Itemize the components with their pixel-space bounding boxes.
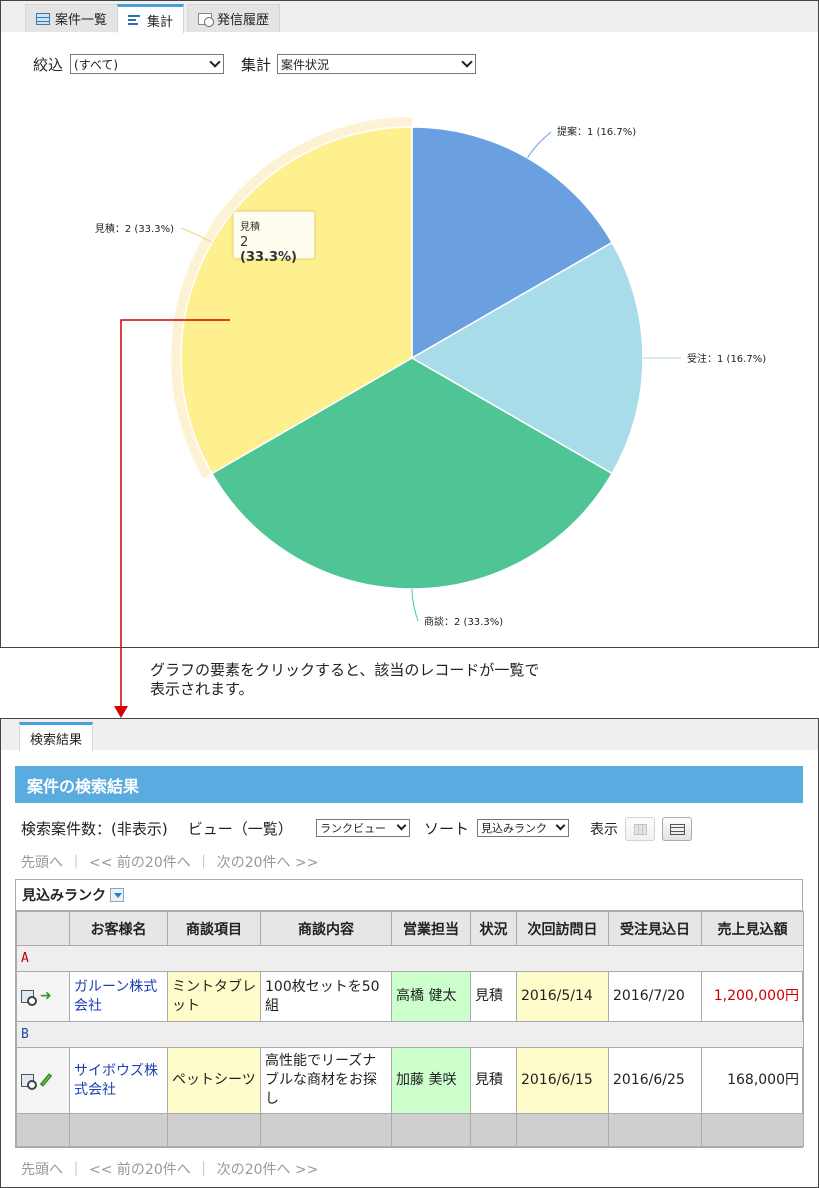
display-label: 表示 <box>590 822 618 838</box>
group-row: B <box>16 1021 804 1048</box>
staff-cell: 高橋 健太 <box>391 971 471 1022</box>
next-visit-cell: 2016/6/15 <box>516 1047 609 1114</box>
customer-cell[interactable]: サイボウズ株式会社 <box>69 1047 168 1114</box>
callout-arrow <box>114 319 230 718</box>
table-icon <box>670 824 685 835</box>
tab-search-result-label: 検索結果 <box>30 732 83 748</box>
count-label: 検索案件数：(非表示) <box>21 819 168 838</box>
view-select[interactable]: ランクビュー <box>316 819 410 837</box>
pager-prev[interactable]: << 前の20件へ <box>89 852 191 872</box>
pager-sep: ｜ <box>69 1162 83 1178</box>
group-row: A <box>16 945 804 972</box>
result-header: 案件の検索結果 <box>15 766 803 803</box>
detail-view-icon[interactable] <box>21 1073 37 1090</box>
pager-first[interactable]: 先頭へ <box>21 1159 63 1179</box>
card-view-button[interactable] <box>625 817 655 841</box>
col-header[interactable]: 次回訪問日 <box>516 911 609 946</box>
status-cell: 見積 <box>470 971 517 1022</box>
footer-cell <box>167 1113 261 1147</box>
sort-label: ソート <box>424 820 470 838</box>
pager-top: 先頭へ ｜ << 前の20件へ ｜ 次の20件へ >> <box>21 852 318 872</box>
col-header-icons <box>16 911 70 946</box>
tab-search-result[interactable]: 検索結果 <box>19 722 94 751</box>
table-row: ➜ ガルーン株式会社 ミントタブレット 100枚セットを50組 高橋 健太 見積… <box>16 971 804 1022</box>
group-label: B <box>16 1021 804 1048</box>
col-header[interactable]: 営業担当 <box>391 911 471 946</box>
detail-view-icon[interactable] <box>21 989 37 1006</box>
col-header[interactable]: 商談項目 <box>167 911 261 946</box>
pager-sep: ｜ <box>69 855 83 871</box>
note-line-2: 表示されます。 <box>150 680 254 698</box>
footer-cell <box>608 1113 702 1147</box>
next-visit-cell: 2016/5/14 <box>516 971 609 1022</box>
callout-arrow-line <box>120 319 230 708</box>
amount-cell: 168,000円 <box>701 1047 804 1114</box>
footer-cell <box>16 1113 70 1147</box>
view-label: ビュー（一覧） <box>187 819 293 838</box>
pencil-icon[interactable] <box>39 1073 53 1087</box>
bottom-tab-bar: 検索結果 <box>1 719 818 751</box>
content-cell: 100枚セットを50組 <box>260 971 392 1022</box>
table-footer-row <box>16 1113 804 1147</box>
table-row: サイボウズ株式会社 ペットシーツ 高性能でリーズナブルな商材をお探し 加藤 美咲… <box>16 1047 804 1114</box>
order-date-cell: 2016/6/25 <box>608 1047 702 1114</box>
sort-select-value: 見込みランク <box>481 822 547 835</box>
result-table: お客様名 商談項目 商談内容 営業担当 状況 次回訪問日 受注見込日 売上見込額… <box>16 911 804 1147</box>
staff-cell: 加藤 美咲 <box>391 1047 471 1114</box>
customer-link[interactable]: ガルーン株式会社 <box>74 979 157 1014</box>
pager-first[interactable]: 先頭へ <box>21 852 63 872</box>
rank-bar: 見込みランク <box>16 880 802 911</box>
col-header[interactable]: お客様名 <box>69 911 168 946</box>
search-result-panel: 検索結果 案件の検索結果 検索案件数：(非表示) ビュー（一覧） ランクビュー … <box>0 718 819 1188</box>
item-cell: ペットシーツ <box>167 1047 261 1114</box>
list-view-button[interactable] <box>662 817 692 841</box>
grid-icon <box>634 824 647 835</box>
chevron-down-icon <box>555 820 566 831</box>
callout-arrow-head <box>114 706 128 718</box>
pager-next[interactable]: 次の20件へ >> <box>217 1159 319 1179</box>
rank-dropdown-button[interactable] <box>110 888 124 902</box>
pager-sep: ｜ <box>196 1162 211 1178</box>
view-select-value: ランクビュー <box>320 822 386 835</box>
customer-cell[interactable]: ガルーン株式会社 <box>69 971 168 1022</box>
footer-cell <box>470 1113 517 1147</box>
group-label: A <box>16 945 804 972</box>
row-actions: ➜ <box>16 971 70 1022</box>
note-line-1: グラフの要素をクリックすると、該当のレコードが一覧で <box>150 661 540 679</box>
item-cell: ミントタブレット <box>167 971 261 1022</box>
col-header[interactable]: 売上見込額 <box>701 911 804 946</box>
callout-note: グラフの要素をクリックすると、該当のレコードが一覧で 表示されます。 <box>150 661 580 699</box>
col-header[interactable]: 状況 <box>470 911 517 946</box>
footer-cell <box>516 1113 609 1147</box>
col-header[interactable]: 商談内容 <box>260 911 392 946</box>
col-header[interactable]: 受注見込日 <box>608 911 702 946</box>
amount-cell: 1,200,000円 <box>701 971 804 1022</box>
pager-prev[interactable]: << 前の20件へ <box>89 1159 191 1179</box>
chevron-down-icon <box>396 820 407 831</box>
pager-next[interactable]: 次の20件へ >> <box>217 852 319 872</box>
footer-cell <box>69 1113 168 1147</box>
pager-sep: ｜ <box>196 855 211 871</box>
rank-label: 見込みランク <box>22 888 106 904</box>
footer-cell <box>260 1113 392 1147</box>
sort-select[interactable]: 見込みランク <box>477 819 569 837</box>
status-cell: 見積 <box>470 1047 517 1114</box>
pager-bottom: 先頭へ ｜ << 前の20件へ ｜ 次の20件へ >> <box>21 1159 318 1179</box>
order-date-cell: 2016/7/20 <box>608 971 702 1022</box>
customer-link[interactable]: サイボウズ株式会社 <box>74 1063 158 1098</box>
result-grid: 見込みランク お客様名 商談項目 商談内容 営業担当 状況 次回訪問日 受注見込… <box>15 879 804 1148</box>
result-controls: 検索案件数：(非表示) ビュー（一覧） <box>21 816 293 840</box>
arrow-right-icon[interactable]: ➜ <box>40 987 52 1006</box>
content-cell: 高性能でリーズナブルな商材をお探し <box>260 1047 392 1114</box>
footer-cell <box>391 1113 471 1147</box>
row-actions <box>16 1047 70 1114</box>
table-header-row: お客様名 商談項目 商談内容 営業担当 状況 次回訪問日 受注見込日 売上見込額 <box>16 911 804 946</box>
footer-cell <box>701 1113 804 1147</box>
